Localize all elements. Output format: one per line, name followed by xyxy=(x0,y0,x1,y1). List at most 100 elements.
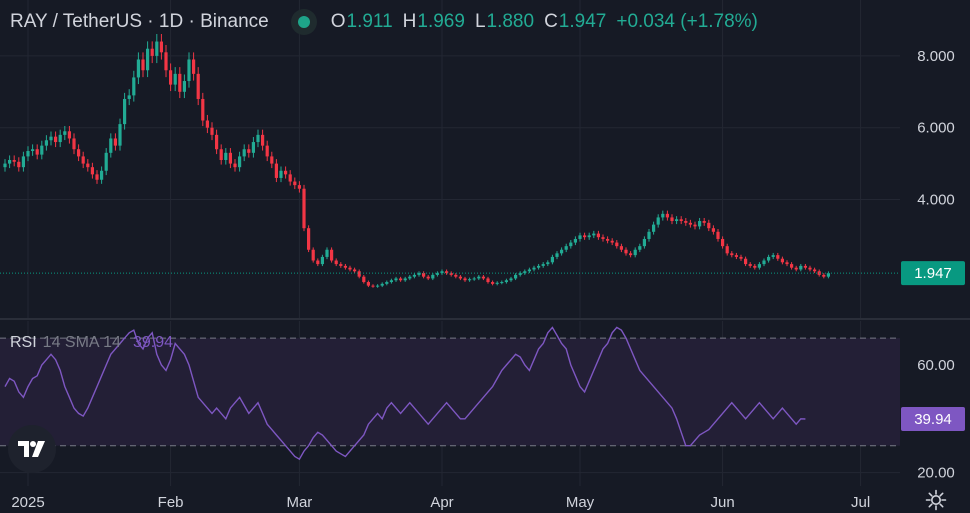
candle-body xyxy=(86,163,90,168)
candle-body xyxy=(748,264,752,266)
candle-body xyxy=(601,237,605,239)
candle-body xyxy=(537,265,541,268)
candle-body xyxy=(569,242,573,247)
candle-body xyxy=(228,152,232,164)
candle-body xyxy=(560,249,564,254)
candle-body xyxy=(403,278,407,281)
candle-body xyxy=(468,279,472,281)
candle-body xyxy=(348,267,352,270)
candle-body xyxy=(192,59,196,74)
candle-body xyxy=(532,267,536,270)
candle-body xyxy=(684,221,688,223)
candle-body xyxy=(233,163,237,168)
candle-body xyxy=(711,228,715,232)
x-tick-label: Apr xyxy=(430,494,453,511)
candle-body xyxy=(320,256,324,265)
candle-body xyxy=(169,70,173,85)
candle-body xyxy=(362,276,366,283)
rsi-tick-label: 20.00 xyxy=(917,465,955,482)
candle-body xyxy=(799,265,803,270)
candle-body xyxy=(279,170,283,178)
candle-body xyxy=(288,174,292,182)
price-tick-label: 6.000 xyxy=(917,120,955,137)
high-value: 1.969 xyxy=(417,11,465,32)
candle-body xyxy=(270,156,274,164)
candle-body xyxy=(210,127,214,135)
gear-icon[interactable] xyxy=(924,488,948,512)
candle-body xyxy=(514,274,518,279)
candle-body xyxy=(35,149,39,155)
candle-body xyxy=(40,145,44,155)
candle-body xyxy=(780,258,784,263)
candle-body xyxy=(734,255,738,257)
candle-body xyxy=(504,280,508,283)
candle-body xyxy=(624,249,628,254)
candle-body xyxy=(472,278,476,280)
candle-body xyxy=(656,217,660,225)
candle-body xyxy=(573,238,577,243)
rsi-tick-label: 60.00 xyxy=(917,357,955,374)
candle-body xyxy=(376,285,380,287)
candle-body xyxy=(159,41,163,53)
candle-body xyxy=(610,240,614,243)
candle-body xyxy=(426,276,430,279)
candle-body xyxy=(334,260,338,265)
close-value: 1.947 xyxy=(558,11,607,32)
candle-body xyxy=(757,264,761,268)
candle-body xyxy=(688,222,692,225)
x-tick-label: Jul xyxy=(851,494,870,511)
open-label: O xyxy=(330,11,346,32)
candle-body xyxy=(371,285,375,287)
candle-body xyxy=(578,235,582,239)
candle-body xyxy=(325,249,329,257)
last-price-badge: 1.947 xyxy=(901,261,965,286)
candle-body xyxy=(380,283,384,286)
candle-body xyxy=(136,59,140,78)
candle-body xyxy=(95,174,99,180)
candle-body xyxy=(58,134,62,143)
rsi-legend[interactable]: RSI 14 SMA 14 39.94 xyxy=(10,334,173,352)
candle-body xyxy=(596,233,600,238)
candle-body xyxy=(67,131,71,139)
candle-body xyxy=(592,233,596,236)
candle-body xyxy=(81,156,85,164)
candle-body xyxy=(274,163,278,178)
candle-body xyxy=(481,276,485,279)
candle-body xyxy=(366,282,370,286)
candle-body xyxy=(721,238,725,247)
candle-body xyxy=(353,269,357,272)
rsi-name: RSI xyxy=(10,334,37,351)
candle-body xyxy=(670,217,674,222)
close-label: C xyxy=(544,11,558,32)
candle-body xyxy=(716,231,720,239)
candle-body xyxy=(762,260,766,265)
candle-body xyxy=(357,271,361,277)
candle-body xyxy=(665,213,669,218)
candle-body xyxy=(633,249,637,256)
candle-body xyxy=(316,260,320,265)
candle-body xyxy=(698,221,702,227)
price-tick-label: 4.000 xyxy=(917,191,955,208)
candle-body xyxy=(256,134,260,143)
candle-body xyxy=(767,256,771,261)
candle-body xyxy=(454,274,458,277)
candle-body xyxy=(619,246,623,250)
price-chart[interactable]: 8.000 6.000 4.000 60.00 20.00 2025 Feb Mar Apr M… xyxy=(0,0,970,513)
market-status-icon[interactable] xyxy=(290,9,317,35)
open-value: 1.911 xyxy=(346,11,393,32)
candle-body xyxy=(339,264,343,266)
candle-body xyxy=(63,131,67,135)
candle-body xyxy=(753,265,757,268)
candle-body xyxy=(343,265,347,268)
symbol-title[interactable]: RAY / TetherUS · 1D · Binance xyxy=(10,11,269,33)
candle-body xyxy=(72,138,76,150)
tradingview-logo-icon[interactable] xyxy=(8,425,56,473)
candle-body xyxy=(477,276,481,279)
candle-body xyxy=(725,246,729,254)
rsi-value-badge: 39.94 xyxy=(901,406,965,431)
candle-body xyxy=(307,228,311,250)
candle-body xyxy=(113,138,117,146)
candle-body xyxy=(330,249,334,261)
candle-body xyxy=(486,278,490,283)
candle-body xyxy=(201,98,205,121)
